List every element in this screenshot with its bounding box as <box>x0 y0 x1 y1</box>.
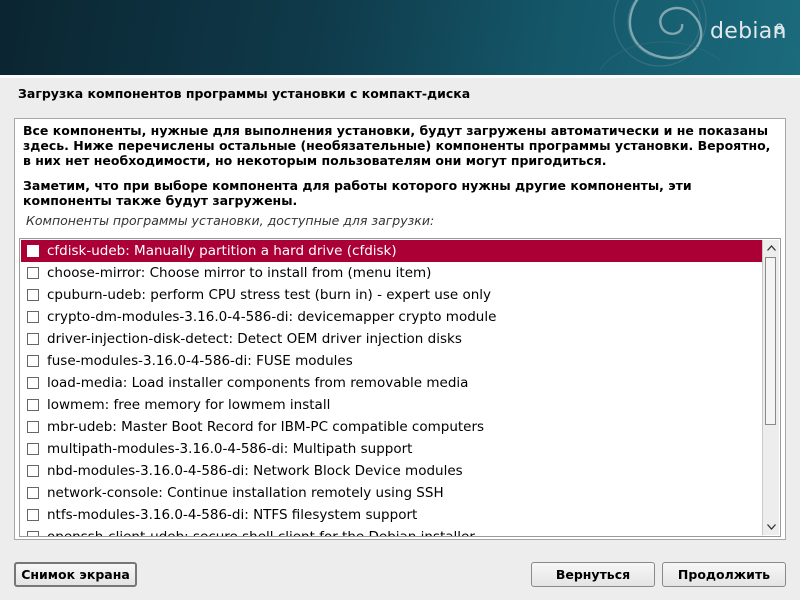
list-item[interactable]: openssh-client-udeb: secure shell client… <box>21 526 762 537</box>
list-item[interactable]: multipath-modules-3.16.0-4-586-di: Multi… <box>21 438 762 460</box>
list-item-label: driver-injection-disk-detect: Detect OEM… <box>47 331 462 347</box>
list-item[interactable]: ntfs-modules-3.16.0-4-586-di: NTFS files… <box>21 504 762 526</box>
chevron-down-icon[interactable] <box>764 520 778 534</box>
list-item-label: cpuburn-udeb: perform CPU stress test (b… <box>47 287 492 303</box>
checkbox-icon[interactable] <box>27 377 39 389</box>
list-item[interactable]: mbr-udeb: Master Boot Record for IBM-PC … <box>21 416 762 438</box>
list-item[interactable]: cfdisk-udeb: Manually partition a hard d… <box>21 240 762 262</box>
checkbox-icon[interactable] <box>27 509 39 521</box>
list-item[interactable]: fuse-modules-3.16.0-4-586-di: FUSE modul… <box>21 350 762 372</box>
content-panel: Все компоненты, нужные для выполнения ус… <box>14 118 786 540</box>
continue-button[interactable]: Продолжить <box>662 562 786 587</box>
screenshot-button[interactable]: Снимок экрана <box>14 562 137 587</box>
header-banner: debian 8 <box>0 0 800 75</box>
checkbox-icon[interactable] <box>27 421 39 433</box>
chevron-up-icon[interactable] <box>764 241 778 255</box>
list-item-label: mbr-udeb: Master Boot Record for IBM-PC … <box>47 419 485 435</box>
checkbox-icon[interactable] <box>27 245 39 257</box>
list-item-label: choose-mirror: Choose mirror to install … <box>47 265 432 281</box>
list-item-label: openssh-client-udeb: secure shell client… <box>47 529 475 537</box>
list-item-label: fuse-modules-3.16.0-4-586-di: FUSE modul… <box>47 353 353 369</box>
checkbox-icon[interactable] <box>27 399 39 411</box>
description-paragraph: Все компоненты, нужные для выполнения ус… <box>23 123 771 168</box>
list-item[interactable]: network-console: Continue installation r… <box>21 482 762 504</box>
list-item-label: nbd-modules-3.16.0-4-586-di: Network Blo… <box>47 463 463 479</box>
page-title: Загрузка компонентов программы установки… <box>18 86 471 101</box>
list-item[interactable]: lowmem: free memory for lowmem install <box>21 394 762 416</box>
checkbox-icon[interactable] <box>27 531 39 536</box>
checkbox-icon[interactable] <box>27 267 39 279</box>
list-item[interactable]: driver-injection-disk-detect: Detect OEM… <box>21 328 762 350</box>
checkbox-icon[interactable] <box>27 443 39 455</box>
checkbox-icon[interactable] <box>27 487 39 499</box>
checkbox-icon[interactable] <box>27 355 39 367</box>
checkbox-icon[interactable] <box>27 465 39 477</box>
list-item[interactable]: crypto-dm-modules-3.16.0-4-586-di: devic… <box>21 306 762 328</box>
list-item-label: multipath-modules-3.16.0-4-586-di: Multi… <box>47 441 413 457</box>
components-list[interactable]: cfdisk-udeb: Manually partition a hard d… <box>19 238 781 537</box>
list-item-label: ntfs-modules-3.16.0-4-586-di: NTFS files… <box>47 507 418 523</box>
checkbox-icon[interactable] <box>27 289 39 301</box>
list-item[interactable]: load-media: Load installer components fr… <box>21 372 762 394</box>
list-item-label: load-media: Load installer components fr… <box>47 375 469 391</box>
list-scrollbar[interactable] <box>762 240 779 535</box>
list-item[interactable]: choose-mirror: Choose mirror to install … <box>21 262 762 284</box>
list-item-label: lowmem: free memory for lowmem install <box>47 397 331 413</box>
checkbox-icon[interactable] <box>27 333 39 345</box>
debian-swirl-icon <box>599 0 721 71</box>
note-paragraph: Заметим, что при выборе компонента для р… <box>23 178 692 208</box>
banner-divider <box>0 75 800 78</box>
list-label: Компоненты программы установки, доступны… <box>26 213 435 228</box>
debian-version: 8 <box>775 22 784 38</box>
list-item-label: network-console: Continue installation r… <box>47 485 444 501</box>
scrollbar-thumb[interactable] <box>765 257 776 425</box>
list-item-label: cfdisk-udeb: Manually partition a hard d… <box>47 243 397 259</box>
back-button[interactable]: Вернуться <box>531 562 655 587</box>
list-item-label: crypto-dm-modules-3.16.0-4-586-di: devic… <box>47 309 497 325</box>
list-item[interactable]: nbd-modules-3.16.0-4-586-di: Network Blo… <box>21 460 762 482</box>
list-item[interactable]: cpuburn-udeb: perform CPU stress test (b… <box>21 284 762 306</box>
checkbox-icon[interactable] <box>27 311 39 323</box>
